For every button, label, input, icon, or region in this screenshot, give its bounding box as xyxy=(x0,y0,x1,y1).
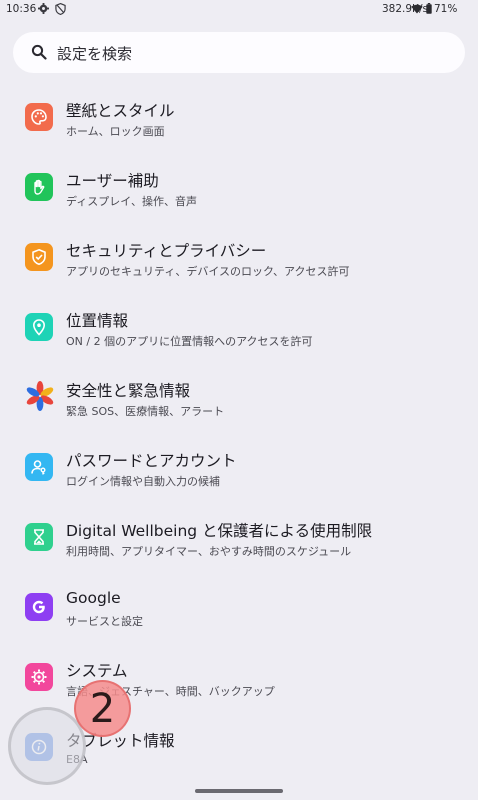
settings-item-title: Digital Wellbeing と保護者による使用制限 xyxy=(66,522,373,540)
search-icon xyxy=(31,44,47,60)
settings-item-location[interactable]: 位置情報 ON / 2 個のアプリに位置情報へのアクセスを許可 xyxy=(0,298,478,358)
hourglass-icon xyxy=(34,529,44,545)
hand-icon xyxy=(34,179,45,195)
settings-gear-icon xyxy=(38,3,49,14)
battery-icon xyxy=(426,3,432,14)
vpn-shield-icon xyxy=(55,3,66,15)
search-placeholder: 設定を検索 xyxy=(57,45,133,63)
settings-item-title: 壁紙とスタイル xyxy=(66,102,175,120)
location-pin-icon xyxy=(32,319,46,336)
settings-item-title: Google xyxy=(66,589,121,607)
google-g-icon xyxy=(32,600,45,614)
settings-item-title: 安全性と緊急情報 xyxy=(66,382,191,400)
settings-item-subtitle: 利用時間、アプリタイマー、おやすみ時間のスケジュール xyxy=(66,545,352,558)
settings-item-subtitle: アプリのセキュリティ、デバイスのロック、アクセス許可 xyxy=(66,265,350,278)
settings-item-system[interactable]: システム 言語、ジェスチャー、時間、バックアップ xyxy=(0,648,478,708)
system-gear-icon xyxy=(31,669,47,685)
settings-item-subtitle: 緊急 SOS、医療情報、アラート xyxy=(66,405,225,418)
palette-icon xyxy=(31,109,47,125)
wifi-icon xyxy=(411,4,423,14)
settings-item-subtitle: サービスと設定 xyxy=(66,615,143,628)
settings-screen: 10:36 382.9K/s 71% 設定を検索 壁紙とスタイル ホーム、ロック… xyxy=(0,0,478,800)
settings-item-title: ユーザー補助 xyxy=(66,172,159,190)
touch-indicator xyxy=(8,707,86,785)
gesture-nav-handle[interactable] xyxy=(195,789,283,793)
account-key-icon xyxy=(31,460,46,475)
settings-item-security[interactable]: セキュリティとプライバシー アプリのセキュリティ、デバイスのロック、アクセス許可 xyxy=(0,228,478,288)
status-time: 10:36 xyxy=(6,3,37,15)
settings-item-title: システム xyxy=(66,662,128,680)
hand-tile xyxy=(25,173,53,201)
settings-item-title: セキュリティとプライバシー xyxy=(66,242,267,260)
step-number-badge: 2 xyxy=(74,680,131,737)
shield-check-icon xyxy=(32,248,46,266)
settings-item-subtitle: ログイン情報や自動入力の候補 xyxy=(66,475,220,488)
emergency-star-icon xyxy=(26,381,54,411)
settings-item-title: パスワードとアカウント xyxy=(66,452,237,470)
search-bar[interactable]: 設定を検索 xyxy=(13,32,465,73)
account-tile xyxy=(25,453,53,481)
settings-item-title: 位置情報 xyxy=(66,312,129,330)
system-tile xyxy=(25,663,53,691)
settings-item-digital-wellbeing[interactable]: Digital Wellbeing と保護者による使用制限 利用時間、アプリタイ… xyxy=(0,508,478,568)
palette-tile xyxy=(25,103,53,131)
settings-item-subtitle: ディスプレイ、操作、音声 xyxy=(66,195,198,208)
battery-percent: 71% xyxy=(434,3,458,15)
settings-item-accessibility[interactable]: ユーザー補助 ディスプレイ、操作、音声 xyxy=(0,158,478,218)
settings-item-safety[interactable]: 安全性と緊急情報 緊急 SOS、医療情報、アラート xyxy=(0,368,478,428)
settings-item-passwords[interactable]: パスワードとアカウント ログイン情報や自動入力の候補 xyxy=(0,438,478,498)
settings-item-wallpaper[interactable]: 壁紙とスタイル ホーム、ロック画面 xyxy=(0,88,478,148)
status-bar: 10:36 382.9K/s 71% xyxy=(0,0,478,20)
shield-tile xyxy=(25,243,53,271)
settings-item-subtitle: ホーム、ロック画面 xyxy=(66,125,165,138)
google-tile xyxy=(25,593,53,621)
settings-item-subtitle: ON / 2 個のアプリに位置情報へのアクセスを許可 xyxy=(66,335,313,348)
emergency-tile xyxy=(25,381,55,411)
settings-item-google[interactable]: Google サービスと設定 xyxy=(0,578,478,638)
location-tile xyxy=(25,313,53,341)
hourglass-tile xyxy=(25,523,53,551)
